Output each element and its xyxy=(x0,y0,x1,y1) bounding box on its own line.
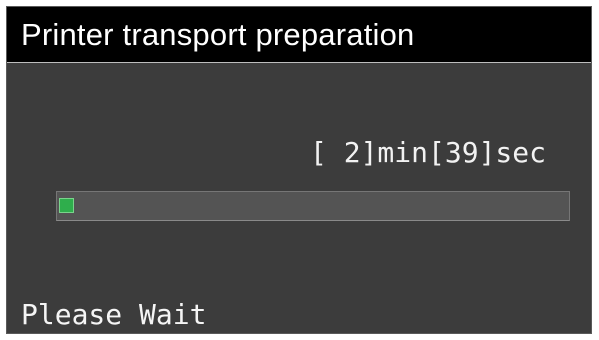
remaining-time-readout: [ 2]min[39]sec xyxy=(310,136,547,169)
screen-title: Printer transport preparation xyxy=(21,17,415,52)
progress-bar xyxy=(56,191,570,221)
status-message: Please Wait xyxy=(21,298,207,331)
progress-bar-fill xyxy=(59,198,74,213)
printer-lcd-screen: Printer transport preparation [ 2]min[39… xyxy=(6,6,592,334)
title-bar: Printer transport preparation xyxy=(7,7,591,63)
